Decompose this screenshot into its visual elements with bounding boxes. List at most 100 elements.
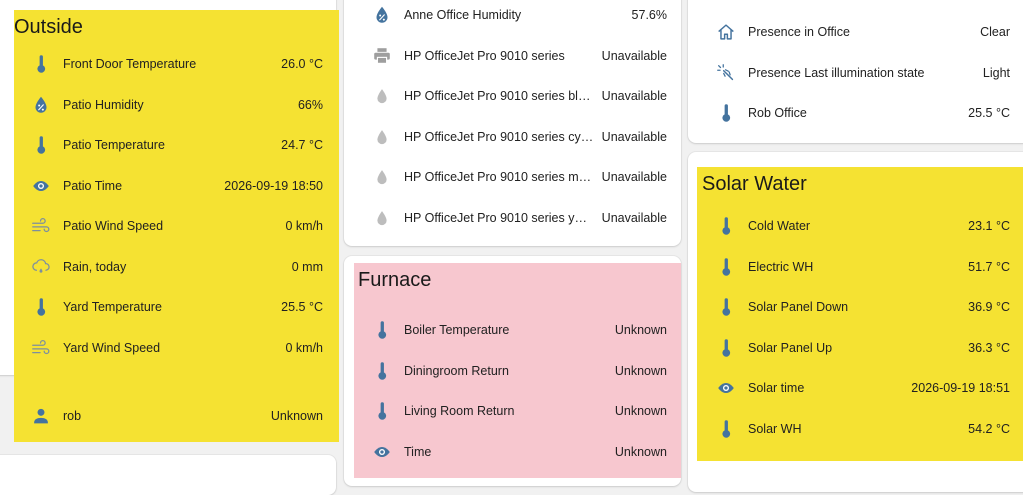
entity-state: Unknown [614, 444, 667, 459]
entity-row[interactable]: HP OfficeJet Pro 9010 series yellow ink U… [366, 198, 667, 238]
office-card: Presence in Office Clear Presence Last il… [688, 0, 1023, 143]
home-icon [706, 21, 746, 43]
entity-row[interactable]: Diningroom Return Unknown [366, 351, 667, 391]
rain-cloud-icon [21, 256, 61, 278]
entity-state: 54.2 °C [968, 421, 1010, 436]
entity-state: 0 km/h [285, 340, 323, 355]
entity-name: HP OfficeJet Pro 9010 series [404, 48, 565, 63]
entity-row[interactable]: HP OfficeJet Pro 9010 series magenta ink… [366, 157, 667, 197]
entity-name: HP OfficeJet Pro 9010 series magenta ink [404, 170, 594, 184]
entity-row[interactable]: Anne Office Humidity 57.6% [366, 0, 667, 35]
ink-drop-icon [362, 85, 402, 107]
ink-drop-icon [362, 126, 402, 148]
entity-name: Rob Office [748, 106, 807, 120]
entity-row[interactable]: Solar Panel Up 36.3 °C [710, 328, 1010, 368]
entity-state: 36.3 °C [968, 340, 1010, 355]
entity-row[interactable]: Rain, today 0 mm [25, 247, 323, 287]
thermometer-icon [706, 215, 746, 237]
entity-state: Unavailable [601, 170, 667, 184]
entity-name: rob [63, 409, 82, 423]
entity-row[interactable]: Yard Temperature 25.5 °C [25, 287, 323, 327]
entity-row[interactable]: Rob Office 25.5 °C [710, 93, 1010, 133]
humidity-icon [362, 4, 402, 26]
entity-state: 26.0 °C [281, 57, 323, 71]
wind-icon [21, 215, 61, 237]
entity-name: Yard Wind Speed [63, 340, 161, 355]
entity-name: Anne Office Humidity [404, 8, 522, 22]
entity-row[interactable]: Solar time 2026-09-19 18:51 [710, 368, 1010, 408]
entity-state: 25.5 °C [968, 106, 1010, 120]
ink-drop-icon [362, 207, 402, 229]
entity-name: Solar Panel Down [748, 300, 849, 314]
entity-name: Presence Last illumination state [748, 65, 925, 80]
entity-row[interactable]: HP OfficeJet Pro 9010 series cyan ink Una… [366, 117, 667, 157]
thermometer-icon [21, 53, 61, 75]
outside-title: Outside [14, 16, 83, 38]
eye-icon [362, 441, 402, 463]
entity-row[interactable]: HP OfficeJet Pro 9010 series Unavailable [366, 36, 667, 76]
thermometer-icon [362, 400, 402, 422]
entity-name: Time [404, 444, 432, 459]
thermometer-icon [706, 418, 746, 440]
entity-row[interactable]: Presence Last illumination state Light [710, 53, 1010, 93]
bottom-left-card [0, 455, 336, 495]
entity-state: Unavailable [601, 89, 667, 103]
entity-state: 2026-09-19 18:50 [224, 178, 323, 193]
solar-rows: Cold Water 23.1 °C Electric WH 51.7 °C Sol… [710, 206, 1010, 456]
entity-state: Light [982, 65, 1010, 80]
entity-state: 57.6% [631, 8, 667, 22]
entity-name: Patio Wind Speed [63, 219, 164, 233]
entity-name: Rain, today [63, 259, 127, 274]
eye-icon [21, 175, 61, 197]
entity-name: HP OfficeJet Pro 9010 series black ink [404, 89, 594, 103]
ink-drop-icon [362, 166, 402, 188]
office-rows: Presence in Office Clear Presence Last il… [710, 12, 1010, 137]
entity-row[interactable]: Living Room Return Unknown [366, 391, 667, 431]
entity-row[interactable]: Yard Wind Speed 0 km/h [25, 328, 323, 368]
entity-row[interactable]: HP OfficeJet Pro 9010 series black ink Un… [366, 76, 667, 116]
solar-highlight: Solar Water Cold Water 23.1 °C Electric W… [697, 167, 1023, 461]
entity-row[interactable]: Boiler Temperature Unknown [366, 310, 667, 350]
thermometer-icon [706, 102, 746, 124]
entity-state: 25.5 °C [281, 300, 323, 314]
entity-name: Solar WH [748, 421, 802, 436]
outside-highlight: Outside Front Door Temperature 26.0 °C Pa… [14, 10, 339, 442]
entity-name: Living Room Return [404, 404, 515, 418]
person-row[interactable]: rob Unknown [25, 396, 323, 436]
entity-name: HP OfficeJet Pro 9010 series yellow ink [404, 210, 594, 225]
entity-row[interactable]: Patio Temperature 24.7 °C [25, 125, 323, 165]
entity-state: 51.7 °C [968, 259, 1010, 274]
entity-state: Unknown [614, 404, 667, 418]
entity-name: Patio Humidity [63, 97, 144, 112]
entity-row[interactable]: Time Unknown [366, 432, 667, 472]
printer-icon [362, 45, 402, 67]
entity-state: Unknown [614, 363, 667, 378]
entity-row[interactable]: Solar WH 54.2 °C [710, 409, 1010, 449]
entity-row[interactable]: Electric WH 51.7 °C [710, 247, 1010, 287]
entity-name: Yard Temperature [63, 300, 162, 314]
entity-name: Electric WH [748, 259, 814, 274]
entity-name: Patio Temperature [63, 138, 165, 152]
entity-state: 0 km/h [285, 219, 323, 233]
thermometer-icon [362, 360, 402, 382]
entity-state: Unknown [614, 323, 667, 337]
entity-row[interactable]: Front Door Temperature 26.0 °C [25, 44, 323, 84]
outside-rows: Front Door Temperature 26.0 °C Patio Humi… [25, 44, 323, 374]
entity-name: Presence in Office [748, 25, 850, 39]
humidity-icon [21, 94, 61, 116]
eye-icon [706, 377, 746, 399]
entity-row[interactable]: Cold Water 23.1 °C [710, 206, 1010, 246]
entity-row[interactable]: Patio Time 2026-09-19 18:50 [25, 166, 323, 206]
entity-name: Diningroom Return [404, 363, 509, 378]
entity-state: Unknown [270, 409, 323, 423]
entity-row[interactable]: Presence in Office Clear [710, 12, 1010, 52]
entity-state: Unavailable [601, 48, 667, 63]
entity-row[interactable]: Patio Wind Speed 0 km/h [25, 206, 323, 246]
person-row-wrap: rob Unknown [25, 396, 323, 436]
thermometer-icon [21, 296, 61, 318]
entity-name: HP OfficeJet Pro 9010 series cyan ink [404, 129, 594, 144]
thermometer-icon [362, 319, 402, 341]
illumination-icon [706, 62, 746, 84]
entity-row[interactable]: Patio Humidity 66% [25, 85, 323, 125]
entity-row[interactable]: Solar Panel Down 36.9 °C [710, 287, 1010, 327]
